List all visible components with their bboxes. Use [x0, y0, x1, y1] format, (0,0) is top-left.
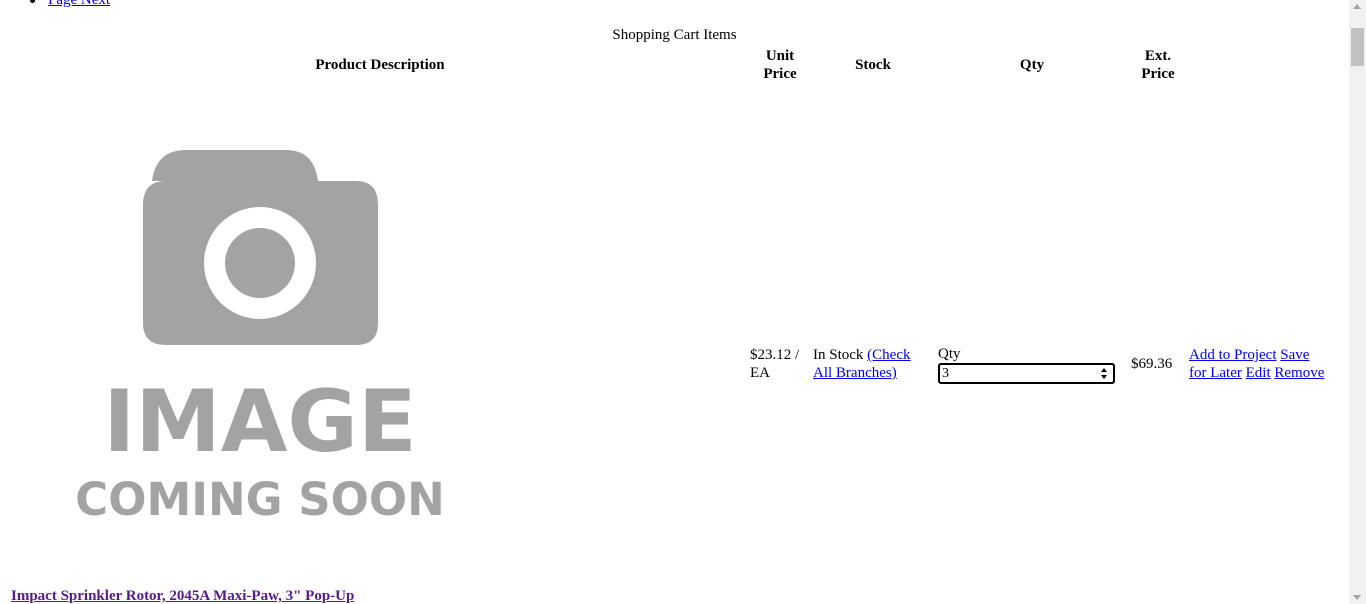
- pager: Page Next: [29, 0, 110, 9]
- qty-select-value: 3: [942, 366, 949, 381]
- qty-select[interactable]: 3: [938, 363, 1115, 384]
- check-all-branches-link-continued[interactable]: All Branches): [813, 365, 897, 381]
- check-all-branches-link[interactable]: (Check: [867, 347, 910, 363]
- scroll-thumb[interactable]: [1351, 28, 1364, 66]
- stock-status: In Stock: [813, 347, 864, 363]
- qty-label: Qty: [938, 346, 961, 362]
- header-unit-price: Unit Price: [748, 47, 812, 83]
- cart-caption: Shopping Cart Items: [612, 27, 737, 43]
- header-unit-price-line1: Unit: [765, 48, 795, 64]
- header-stock-label: Stock: [855, 57, 891, 73]
- header-product-description: Product Description: [260, 56, 500, 74]
- edit-link[interactable]: Edit: [1246, 365, 1271, 381]
- product-title-link[interactable]: Impact Sprinkler Rotor, 2045A Maxi-Paw, …: [11, 587, 354, 604]
- add-to-project-link[interactable]: Add to Project: [1189, 347, 1277, 363]
- camera-icon: IMAGE COMING SOON: [75, 150, 445, 526]
- page: Page Next Shopping Cart Items Product De…: [0, 0, 1349, 604]
- remove-link[interactable]: Remove: [1274, 365, 1324, 381]
- unit-price-unit: EA: [750, 365, 770, 381]
- scroll-down-arrow-icon[interactable]: [1353, 595, 1361, 600]
- page-next-link[interactable]: Page Next: [48, 0, 110, 8]
- stock-cell: In Stock (Check All Branches): [813, 346, 925, 382]
- pager-item: Page Next: [29, 0, 110, 9]
- product-image[interactable]: IMAGE COMING SOON: [56, 145, 466, 526]
- header-unit-price-line2: Price: [763, 66, 797, 82]
- header-qty-label: Qty: [1019, 57, 1045, 73]
- header-ext-price-line1: Ext.: [1144, 48, 1172, 64]
- save-for-later-link-continued[interactable]: for Later: [1189, 365, 1242, 381]
- image-placeholder-text-1: IMAGE: [103, 372, 416, 472]
- image-placeholder-text-2: COMING SOON: [75, 473, 445, 525]
- updown-arrows-icon: [1101, 368, 1107, 379]
- header-product-description-label: Product Description: [315, 57, 445, 73]
- header-stock: Stock: [833, 56, 913, 74]
- actions-cell: Add to Project Save for Later Edit Remov…: [1189, 346, 1344, 382]
- check-branches-text-1: (Check: [867, 347, 911, 363]
- vertical-scrollbar[interactable]: [1349, 0, 1366, 604]
- save-for-later-text-1: Save: [1280, 347, 1310, 363]
- header-qty: Qty: [992, 56, 1072, 74]
- ext-price: $69.36: [1131, 356, 1173, 372]
- check-branches-text-2: All Branches): [813, 365, 897, 381]
- unit-price-cell: $23.12 / EA: [750, 346, 810, 382]
- save-for-later-text-2: for Later: [1189, 365, 1242, 381]
- scroll-up-arrow-icon[interactable]: [1353, 4, 1361, 9]
- save-for-later-link[interactable]: Save: [1280, 347, 1309, 363]
- header-ext-price: Ext. Price: [1118, 47, 1198, 83]
- header-ext-price-line2: Price: [1141, 66, 1175, 82]
- unit-price-value: $23.12 /: [750, 347, 800, 363]
